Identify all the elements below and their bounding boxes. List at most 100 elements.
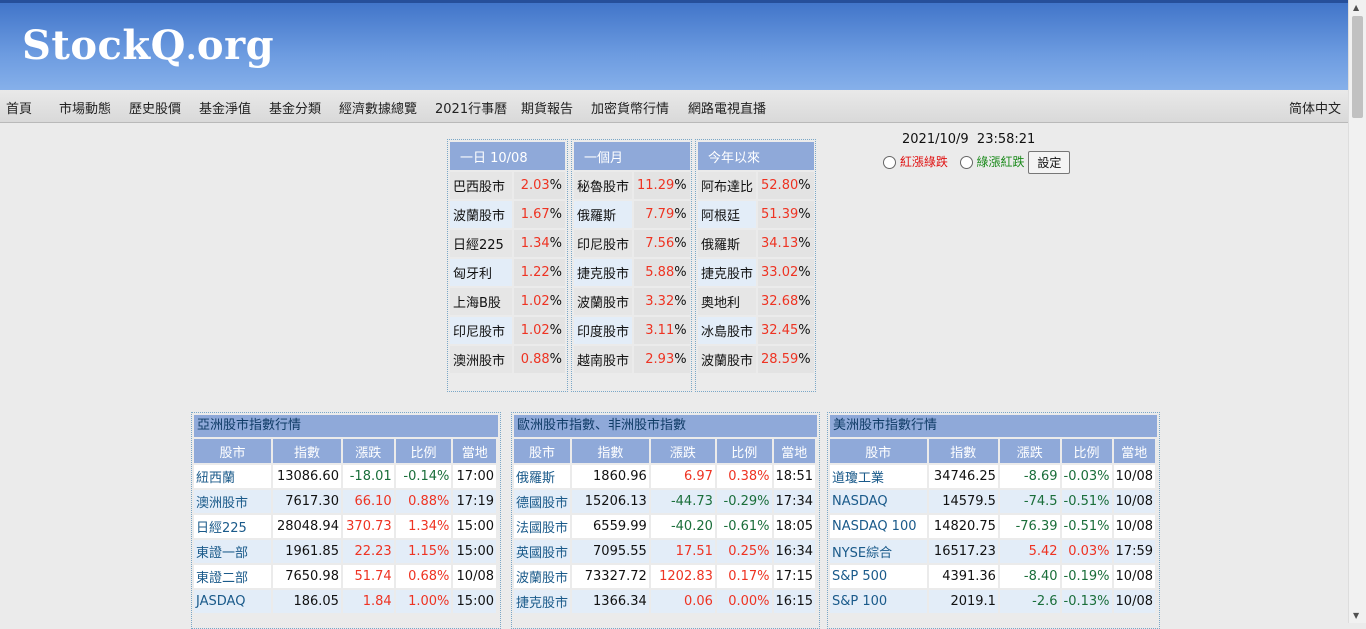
- perf-value: 7.79%: [634, 201, 690, 228]
- perf-market[interactable]: 阿根廷: [698, 201, 757, 228]
- change-percent: 1.15%: [395, 540, 452, 563]
- perf-panel-1month: 一個月 秘魯股市 11.29% 俄羅斯 7.79% 印尼股市 7.56% 捷克股市 5.…: [571, 139, 692, 392]
- perf-market[interactable]: 奧地利: [698, 288, 757, 315]
- perf-market[interactable]: 俄羅斯: [698, 230, 757, 257]
- market-name[interactable]: 捷克股市: [514, 590, 571, 613]
- table-row: 英國股市 7095.55 17.51 0.25% 16:34: [514, 540, 815, 563]
- scroll-up-arrow-icon[interactable]: ▲: [1353, 3, 1359, 12]
- nav-item-fund-nav[interactable]: 基金淨值: [199, 98, 251, 117]
- market-name[interactable]: 波蘭股市: [514, 565, 571, 588]
- index-value: 1366.34: [572, 590, 649, 613]
- perf-market[interactable]: 波蘭股市: [698, 346, 757, 373]
- index-value: 2019.1: [928, 590, 998, 613]
- market-name[interactable]: 俄羅斯: [514, 465, 571, 488]
- perf-market[interactable]: 越南股市: [574, 346, 633, 373]
- market-name[interactable]: 英國股市: [514, 540, 571, 563]
- perf-market[interactable]: 捷克股市: [698, 259, 757, 286]
- market-name[interactable]: 道瓊工業: [830, 465, 927, 488]
- perf-value: 32.45%: [758, 317, 814, 344]
- nav-item-tv-live[interactable]: 網路電視直播: [688, 98, 766, 117]
- market-name[interactable]: NASDAQ 100: [830, 515, 927, 538]
- table-row: 日經225 28048.94 370.73 1.34% 15:00: [194, 515, 496, 538]
- nav-item-crypto[interactable]: 加密貨幣行情: [591, 98, 669, 117]
- perf-market[interactable]: 巴西股市: [450, 172, 513, 199]
- nav-item-simplified-chinese[interactable]: 简体中文: [1289, 98, 1341, 117]
- market-name[interactable]: 東證一部: [194, 540, 272, 563]
- scroll-down-arrow-icon[interactable]: ▼: [1353, 611, 1359, 620]
- site-logo[interactable]: StockQ.org: [22, 22, 274, 69]
- market-name[interactable]: JASDAQ: [194, 590, 272, 613]
- radio-red-up-label[interactable]: 紅漲綠跌: [900, 155, 948, 169]
- market-name[interactable]: 法國股市: [514, 515, 571, 538]
- market-name[interactable]: 澳洲股市: [194, 490, 272, 513]
- perf-market[interactable]: 冰島股市: [698, 317, 757, 344]
- market-name[interactable]: S&P 100: [830, 590, 927, 613]
- perf-value: 1.02%: [514, 317, 565, 344]
- perf-value: 52.80%: [758, 172, 814, 199]
- vertical-scrollbar[interactable]: ▲ ▼: [1348, 0, 1366, 623]
- local-time: 10/08: [1113, 515, 1155, 538]
- nav-item-calendar[interactable]: 2021行事曆: [435, 98, 507, 117]
- radio-green-up[interactable]: [959, 156, 973, 169]
- nav-item-futures[interactable]: 期貨報告: [521, 98, 573, 117]
- perf-value: 11.29%: [634, 172, 690, 199]
- market-name[interactable]: S&P 500: [830, 565, 927, 588]
- table-row: 德國股市 15206.13 -44.73 -0.29% 17:34: [514, 490, 815, 513]
- perf-market[interactable]: 上海B股: [450, 288, 513, 315]
- index-value: 14579.5: [928, 490, 998, 513]
- asia-market-title[interactable]: 亞洲股市指數行情: [194, 415, 498, 437]
- index-value: 7617.30: [273, 490, 341, 513]
- market-name[interactable]: NASDAQ: [830, 490, 927, 513]
- local-time: 16:34: [773, 540, 815, 563]
- perf-market[interactable]: 波蘭股市: [574, 288, 633, 315]
- nav-item-history[interactable]: 歷史股價: [129, 98, 181, 117]
- column-header: 當地: [1113, 439, 1155, 463]
- americas-market-title[interactable]: 美洲股市指數行情: [830, 415, 1157, 437]
- table-row: 捷克股市 1366.34 0.06 0.00% 16:15: [514, 590, 815, 613]
- market-name[interactable]: 紐西蘭: [194, 465, 272, 488]
- radio-red-up[interactable]: [883, 156, 896, 169]
- change-percent: 1.34%: [395, 515, 452, 538]
- change-percent: 0.25%: [716, 540, 772, 563]
- perf-value: 2.03%: [514, 172, 565, 199]
- change-percent: 0.03%: [1061, 540, 1112, 563]
- europe-market-title[interactable]: 歐洲股市指數、非洲股市指數: [514, 415, 817, 437]
- nav-item-market-news[interactable]: 市場動態: [59, 98, 111, 117]
- current-datetime: 2021/10/9 23:58:21: [902, 132, 1036, 147]
- change-percent: 0.00%: [716, 590, 772, 613]
- column-header: 股市: [194, 439, 272, 463]
- perf-panel-1day: 一日 10/08 巴西股市 2.03% 波蘭股市 1.67% 日經225 1.34% …: [447, 139, 568, 392]
- perf-market[interactable]: 匈牙利: [450, 259, 513, 286]
- perf-market[interactable]: 印尼股市: [450, 317, 513, 344]
- perf-value: 1.02%: [514, 288, 565, 315]
- nav-item-economic-data[interactable]: 經濟數據總覽: [339, 98, 417, 117]
- scrollbar-thumb[interactable]: [1352, 16, 1363, 118]
- perf-market[interactable]: 印尼股市: [574, 230, 633, 257]
- perf-market[interactable]: 印度股市: [574, 317, 633, 344]
- change-percent: 1.00%: [395, 590, 452, 613]
- table-row: 紐西蘭 13086.60 -18.01 -0.14% 17:00: [194, 465, 496, 488]
- nav-item-fund-category[interactable]: 基金分類: [269, 98, 321, 117]
- radio-green-up-label[interactable]: 綠漲紅跌: [977, 155, 1025, 169]
- market-name[interactable]: NYSE綜合: [830, 540, 927, 563]
- perf-market[interactable]: 波蘭股市: [450, 201, 513, 228]
- perf-market[interactable]: 捷克股市: [574, 259, 633, 286]
- settings-button[interactable]: 設定: [1028, 151, 1071, 174]
- market-name[interactable]: 日經225: [194, 515, 272, 538]
- perf-market[interactable]: 阿布達比: [698, 172, 757, 199]
- perf-market[interactable]: 秘魯股市: [574, 172, 633, 199]
- column-header: 指數: [273, 439, 341, 463]
- nav-item-home[interactable]: 首頁: [6, 98, 32, 117]
- perf-value: 3.11%: [634, 317, 690, 344]
- market-name[interactable]: 德國股市: [514, 490, 571, 513]
- perf-value: 5.88%: [634, 259, 690, 286]
- perf-market[interactable]: 日經225: [450, 230, 513, 257]
- change-value: -8.40: [999, 565, 1060, 588]
- table-row: 東證一部 1961.85 22.23 1.15% 15:00: [194, 540, 496, 563]
- change-percent: 0.38%: [716, 465, 772, 488]
- market-name[interactable]: 東證二部: [194, 565, 272, 588]
- perf-header: 今年以來: [698, 142, 814, 170]
- perf-value: 7.56%: [634, 230, 690, 257]
- perf-market[interactable]: 澳洲股市: [450, 346, 513, 373]
- perf-market[interactable]: 俄羅斯: [574, 201, 633, 228]
